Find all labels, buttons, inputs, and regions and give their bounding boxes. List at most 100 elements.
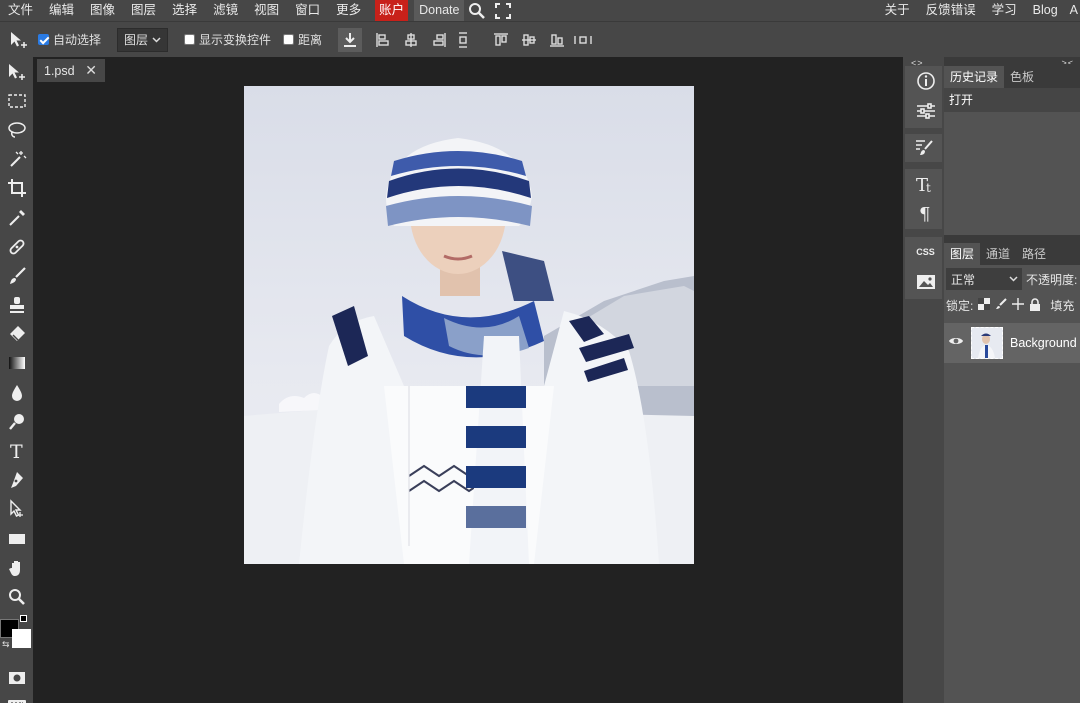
gradient-icon[interactable] xyxy=(0,349,33,378)
menu-blog[interactable]: Blog xyxy=(1025,0,1066,21)
side-icon-column: <> Tt ¶ CSS xyxy=(903,57,944,703)
history-entry[interactable]: 打开 xyxy=(944,88,1080,112)
portrait-photo xyxy=(244,86,694,564)
fill-label: 填充 xyxy=(1050,299,1075,313)
path-select-icon[interactable] xyxy=(0,495,33,524)
tools-panel: T ⇆ xyxy=(0,57,33,703)
align-left-icon[interactable] xyxy=(372,32,394,48)
menu-about[interactable]: 关于 xyxy=(877,0,918,21)
swap-colors-icon[interactable]: ⇆ xyxy=(2,639,10,650)
tab-swatches[interactable]: 色板 xyxy=(1004,66,1040,88)
adjustments-icon[interactable] xyxy=(907,97,944,125)
menu-more[interactable]: 更多 xyxy=(328,0,369,21)
paragraph-icon[interactable]: ¶ xyxy=(907,199,944,227)
zoom-icon[interactable] xyxy=(0,582,33,611)
options-bar: 自动选择 图层 显示变换控件 距离 xyxy=(0,21,1080,57)
crop-icon[interactable] xyxy=(0,174,33,203)
blend-mode-value: 正常 xyxy=(951,272,976,287)
tab-channels[interactable]: 通道 xyxy=(980,243,1016,265)
lock-row: 锁定: 填充 xyxy=(946,297,1074,314)
lock-move-icon[interactable] xyxy=(1012,298,1025,313)
background-color-swatch[interactable] xyxy=(12,628,31,648)
fullscreen-icon[interactable] xyxy=(490,0,516,21)
layer-name: Background xyxy=(1010,336,1077,350)
tab-layers[interactable]: 图层 xyxy=(944,243,981,265)
lock-label: 锁定: xyxy=(946,299,974,313)
quick-mask-icon[interactable] xyxy=(0,664,33,693)
menu-account[interactable]: 账户 xyxy=(375,0,409,21)
lock-transparency-icon[interactable] xyxy=(978,298,991,313)
panels-dock: >< 历史记录 色板 打开 图层 通道 路径 正常 不透明度: 锁定: 填充 B… xyxy=(944,57,1080,703)
brush-icon[interactable] xyxy=(0,261,33,290)
target-select[interactable]: 图层 xyxy=(117,27,169,52)
show-transform-label: 显示变换控件 xyxy=(199,33,272,47)
lasso-tool-icon[interactable] xyxy=(0,115,33,144)
auto-select-checkbox[interactable] xyxy=(38,34,49,45)
image-icon[interactable] xyxy=(907,268,944,296)
align-center-icon[interactable] xyxy=(400,32,422,48)
magic-wand-icon[interactable] xyxy=(0,145,33,174)
layer-row[interactable]: Background xyxy=(944,323,1080,363)
svg-text:t: t xyxy=(926,181,931,194)
menu-view[interactable]: 视图 xyxy=(246,0,287,21)
tab-history[interactable]: 历史记录 xyxy=(944,66,1005,88)
hand-icon[interactable] xyxy=(0,553,33,582)
tab-paths[interactable]: 路径 xyxy=(1016,243,1052,265)
distribute-horizontal-icon[interactable] xyxy=(572,32,594,48)
brush-settings-icon[interactable] xyxy=(905,134,942,162)
eraser-icon[interactable] xyxy=(0,320,33,349)
layer-thumbnail xyxy=(971,327,1003,359)
show-transform-checkbox[interactable] xyxy=(184,34,196,45)
move-tool-icon[interactable] xyxy=(0,57,33,86)
blur-icon[interactable] xyxy=(0,378,33,407)
search-icon[interactable] xyxy=(464,0,490,21)
align-top-icon[interactable] xyxy=(490,32,512,48)
menu-window[interactable]: 窗口 xyxy=(287,0,328,21)
menu-bar: 文件 编辑 图像 图层 选择 滤镜 视图 窗口 更多 账户 Donate 关于 … xyxy=(0,0,1080,21)
rectangle-icon[interactable] xyxy=(0,524,33,553)
download-icon[interactable] xyxy=(338,27,363,52)
canvas-image[interactable] xyxy=(244,86,694,564)
align-bottom-icon[interactable] xyxy=(546,32,568,48)
dodge-icon[interactable] xyxy=(0,407,33,436)
healing-icon[interactable] xyxy=(0,232,33,261)
menu-edit[interactable]: 编辑 xyxy=(41,0,82,21)
layers-panel: 正常 不透明度: 锁定: 填充 Background xyxy=(944,265,1080,703)
chevron-down-icon xyxy=(152,36,161,43)
marquee-tool-icon[interactable] xyxy=(0,86,33,115)
auto-select-option[interactable]: 自动选择 xyxy=(38,31,101,48)
align-middle-icon[interactable] xyxy=(518,32,540,48)
show-transform-option[interactable]: 显示变换控件 xyxy=(184,31,271,48)
menu-report-bug[interactable]: 反馈错误 xyxy=(918,0,984,21)
align-right-icon[interactable] xyxy=(428,32,450,48)
menu-layer[interactable]: 图层 xyxy=(123,0,164,21)
donate-button[interactable]: Donate xyxy=(414,0,465,21)
eyedropper-icon[interactable] xyxy=(0,203,33,232)
side-group-css: CSS xyxy=(905,237,942,299)
css-icon[interactable]: CSS xyxy=(907,238,944,266)
distance-option[interactable]: 距离 xyxy=(283,31,322,48)
menu-filter[interactable]: 滤镜 xyxy=(205,0,246,21)
eye-icon[interactable] xyxy=(948,335,964,350)
distance-checkbox[interactable] xyxy=(283,34,295,45)
pen-icon[interactable] xyxy=(0,466,33,495)
menu-overflow[interactable]: A xyxy=(1066,0,1080,21)
lock-brush-icon[interactable] xyxy=(995,298,1008,313)
close-icon[interactable]: ✕ xyxy=(85,62,97,79)
type-icon[interactable]: T xyxy=(0,436,33,465)
info-icon[interactable] xyxy=(907,67,944,95)
menu-file[interactable]: 文件 xyxy=(0,0,41,21)
keyboard-icon[interactable] xyxy=(0,693,33,703)
blend-mode-select[interactable]: 正常 xyxy=(946,268,1022,290)
menu-learn[interactable]: 学习 xyxy=(984,0,1025,21)
document-tab[interactable]: 1.psd ✕ xyxy=(37,59,105,82)
character-icon[interactable]: Tt xyxy=(907,170,944,198)
menu-image[interactable]: 图像 xyxy=(82,0,123,21)
distance-label: 距离 xyxy=(298,33,323,47)
lock-all-icon[interactable] xyxy=(1029,297,1041,314)
move-tool-options-icon xyxy=(8,31,30,49)
menu-select[interactable]: 选择 xyxy=(164,0,205,21)
distribute-vertical-icon[interactable] xyxy=(452,31,474,48)
default-colors-icon[interactable] xyxy=(20,614,27,622)
clone-stamp-icon[interactable] xyxy=(0,291,33,320)
